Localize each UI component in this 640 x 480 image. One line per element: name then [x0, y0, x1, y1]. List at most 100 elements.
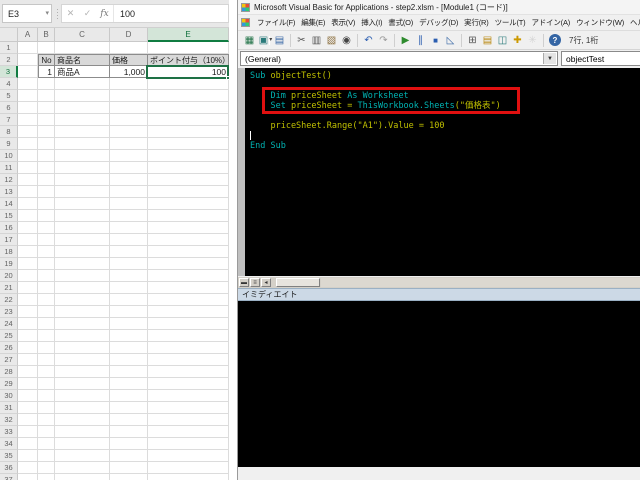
row-header-6[interactable]: 6: [0, 102, 18, 114]
cell-A23[interactable]: [18, 306, 38, 318]
row-header-3[interactable]: 3: [0, 66, 18, 78]
immediate-window-titlebar[interactable]: イミディエイト: [238, 288, 640, 301]
cell-B23[interactable]: [38, 306, 55, 318]
row-header-16[interactable]: 16: [0, 222, 18, 234]
menu-item[interactable]: 表示(V): [328, 15, 358, 30]
cell-B2[interactable]: No: [38, 54, 55, 66]
cell-A5[interactable]: [18, 90, 38, 102]
cell-D7[interactable]: [110, 114, 148, 126]
cell-D29[interactable]: [110, 378, 148, 390]
cell-D35[interactable]: [110, 450, 148, 462]
cell-D27[interactable]: [110, 354, 148, 366]
row-header-1[interactable]: 1: [0, 42, 18, 54]
cell-B14[interactable]: [38, 198, 55, 210]
cell-B18[interactable]: [38, 246, 55, 258]
cell-D34[interactable]: [110, 438, 148, 450]
toolbox-icon[interactable]: ✚: [510, 33, 525, 48]
cell-D25[interactable]: [110, 330, 148, 342]
row-header-5[interactable]: 5: [0, 90, 18, 102]
cell-A29[interactable]: [18, 378, 38, 390]
chevron-down-icon[interactable]: ▼: [543, 53, 556, 64]
cell-B4[interactable]: [38, 78, 55, 90]
cell-C15[interactable]: [55, 210, 110, 222]
cell-E5[interactable]: [148, 90, 229, 102]
view-excel-icon[interactable]: ▦: [242, 33, 257, 48]
cell-B21[interactable]: [38, 282, 55, 294]
cell-C18[interactable]: [55, 246, 110, 258]
menu-item[interactable]: ファイル(F): [254, 15, 298, 30]
cell-D2[interactable]: 価格: [110, 54, 148, 66]
cell-D3[interactable]: 1,000: [110, 66, 148, 78]
cell-A14[interactable]: [18, 198, 38, 210]
menu-item[interactable]: ウィンドウ(W): [573, 15, 627, 30]
cut-icon[interactable]: ✂: [294, 33, 309, 48]
cell-A9[interactable]: [18, 138, 38, 150]
cell-B20[interactable]: [38, 270, 55, 282]
cell-D11[interactable]: [110, 162, 148, 174]
code-line[interactable]: End Sub: [250, 141, 640, 151]
cell-D8[interactable]: [110, 126, 148, 138]
row-header-28[interactable]: 28: [0, 366, 18, 378]
cell-D4[interactable]: [110, 78, 148, 90]
cell-A13[interactable]: [18, 186, 38, 198]
cell-A30[interactable]: [18, 390, 38, 402]
cell-E9[interactable]: [148, 138, 229, 150]
cell-E12[interactable]: [148, 174, 229, 186]
row-header-2[interactable]: 2: [0, 54, 18, 66]
cell-E37[interactable]: [148, 474, 229, 480]
cell-B34[interactable]: [38, 438, 55, 450]
cell-A16[interactable]: [18, 222, 38, 234]
row-header-13[interactable]: 13: [0, 186, 18, 198]
cell-E34[interactable]: [148, 438, 229, 450]
cell-D31[interactable]: [110, 402, 148, 414]
row-header-15[interactable]: 15: [0, 210, 18, 222]
row-header-10[interactable]: 10: [0, 150, 18, 162]
cell-A15[interactable]: [18, 210, 38, 222]
cell-C13[interactable]: [55, 186, 110, 198]
row-header-36[interactable]: 36: [0, 462, 18, 474]
cell-E28[interactable]: [148, 366, 229, 378]
immediate-window-content[interactable]: [238, 301, 640, 467]
cell-E2[interactable]: ポイント付与（10%）: [148, 54, 229, 66]
cell-E21[interactable]: [148, 282, 229, 294]
insert-function-icon[interactable]: fx: [96, 9, 113, 19]
cell-E8[interactable]: [148, 126, 229, 138]
cell-B33[interactable]: [38, 426, 55, 438]
cell-A22[interactable]: [18, 294, 38, 306]
object-dropdown[interactable]: (General) ▼: [240, 51, 558, 66]
menu-item[interactable]: アドイン(A): [528, 15, 573, 30]
cell-B12[interactable]: [38, 174, 55, 186]
cell-E17[interactable]: [148, 234, 229, 246]
cell-E1[interactable]: [148, 42, 229, 54]
design-mode-icon[interactable]: ◺: [443, 33, 458, 48]
cell-E35[interactable]: [148, 450, 229, 462]
cell-C14[interactable]: [55, 198, 110, 210]
insert-object-icon[interactable]: ▣ ▾: [257, 33, 272, 48]
cell-C33[interactable]: [55, 426, 110, 438]
cancel-icon[interactable]: ✕: [62, 8, 79, 19]
row-header-31[interactable]: 31: [0, 402, 18, 414]
cell-E24[interactable]: [148, 318, 229, 330]
cell-C29[interactable]: [55, 378, 110, 390]
cell-A11[interactable]: [18, 162, 38, 174]
cell-A20[interactable]: [18, 270, 38, 282]
cell-E32[interactable]: [148, 414, 229, 426]
cell-C35[interactable]: [55, 450, 110, 462]
cell-C25[interactable]: [55, 330, 110, 342]
cell-E31[interactable]: [148, 402, 229, 414]
cell-A32[interactable]: [18, 414, 38, 426]
cell-D36[interactable]: [110, 462, 148, 474]
select-all-corner[interactable]: [0, 28, 18, 42]
cell-D30[interactable]: [110, 390, 148, 402]
cell-B19[interactable]: [38, 258, 55, 270]
row-header-25[interactable]: 25: [0, 330, 18, 342]
cell-A8[interactable]: [18, 126, 38, 138]
cell-A6[interactable]: [18, 102, 38, 114]
cell-D18[interactable]: [110, 246, 148, 258]
spreadsheet-grid[interactable]: ABCDE 1 2 No 商品名 価格 ポイント付与（10%） 3 1 商品A 1,000 100 4…: [0, 28, 229, 480]
cell-B7[interactable]: [38, 114, 55, 126]
row-header-27[interactable]: 27: [0, 354, 18, 366]
row-header-18[interactable]: 18: [0, 246, 18, 258]
undo-icon[interactable]: ↶: [361, 33, 376, 48]
cell-D19[interactable]: [110, 258, 148, 270]
